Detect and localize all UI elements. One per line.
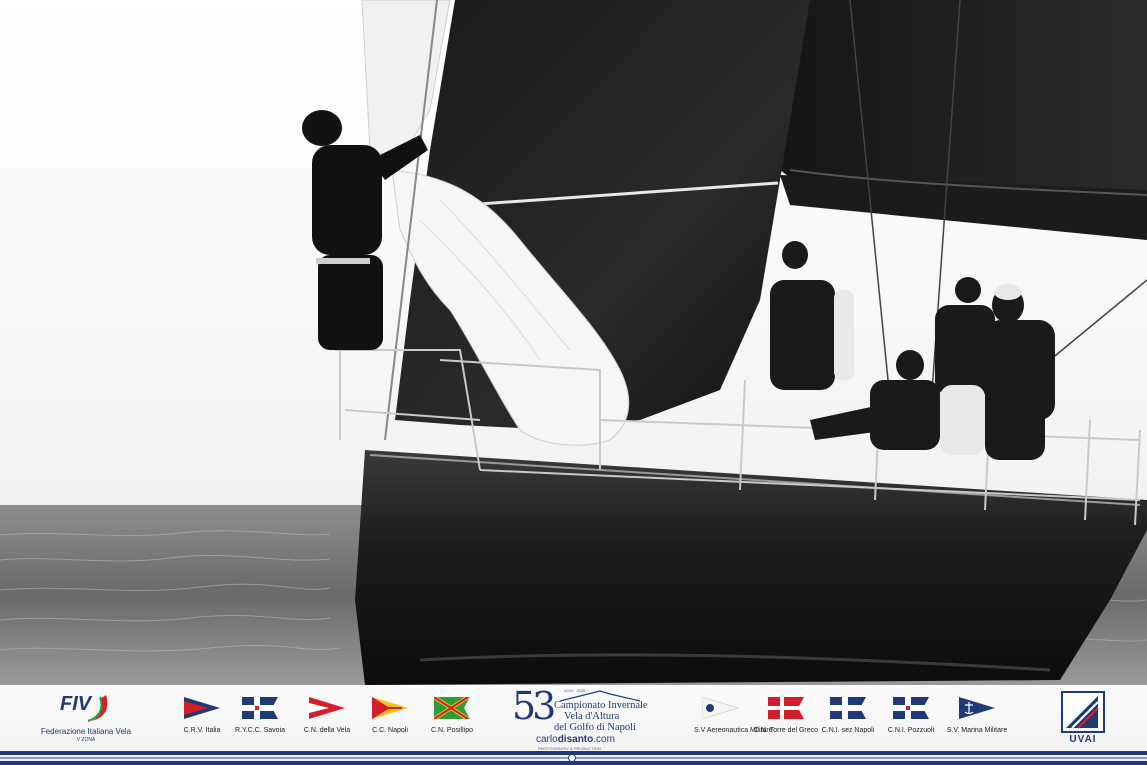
photographer-brand: carlodisanto.com: [536, 734, 615, 745]
fiv-mark: FIV: [60, 693, 92, 715]
brand-part-c: .com: [593, 734, 615, 745]
event-title-line3: del Golfo di Napoli: [554, 722, 636, 733]
mainsail: [780, 0, 1147, 195]
fiv-caption: Federazione Italiana Vela: [40, 727, 132, 736]
event-title-line1: Campionato Invernale: [554, 700, 648, 711]
club-label: C.N. Posillipo: [430, 727, 473, 734]
sailing-photo: [0, 0, 1147, 685]
fiv-logo: FIV Federazione Italiana Vela V ZONA: [40, 689, 132, 749]
uvai-label: UVAI: [1069, 734, 1097, 745]
sv-marina-militare-flag-icon: [959, 697, 995, 719]
brand-part-a: carlo: [536, 734, 558, 745]
rycc-savoia-flag-icon: [242, 697, 278, 719]
event-number: 53: [512, 684, 556, 728]
club-cn-posillipo: C.N. Posillipo: [412, 697, 492, 735]
event-logo: 53 2024 · 2025 Campionato Invernale Vela…: [508, 686, 648, 752]
sv-aeronautica-flag-icon: [702, 697, 738, 719]
crv-italia-flag-icon: [184, 697, 220, 719]
cn-della-vela-flag-icon: [309, 697, 345, 719]
club-sv-marina-militare: S.V. Marina Militare: [937, 697, 1017, 735]
cn-posillipo-flag-icon: [434, 697, 470, 719]
cn-torre-del-greco-flag-icon: [768, 697, 804, 719]
fiv-sub: V ZONA: [76, 737, 96, 743]
footer-badge-dot: [568, 754, 576, 762]
cc-napoli-flag-icon: [372, 697, 408, 719]
uvai-logo-icon: [1061, 691, 1105, 733]
event-years: 2024 · 2025: [564, 688, 586, 693]
brand-part-b: disanto: [557, 734, 594, 745]
cni-pozzuoli-flag-icon: [893, 697, 929, 719]
club-label: S.V. Marina Militare: [946, 727, 1008, 734]
uvai-logo: UVAI: [1058, 690, 1108, 746]
cni-napoli-flag-icon: [830, 697, 866, 719]
event-title-line2: Vela d'Altura: [564, 711, 620, 722]
